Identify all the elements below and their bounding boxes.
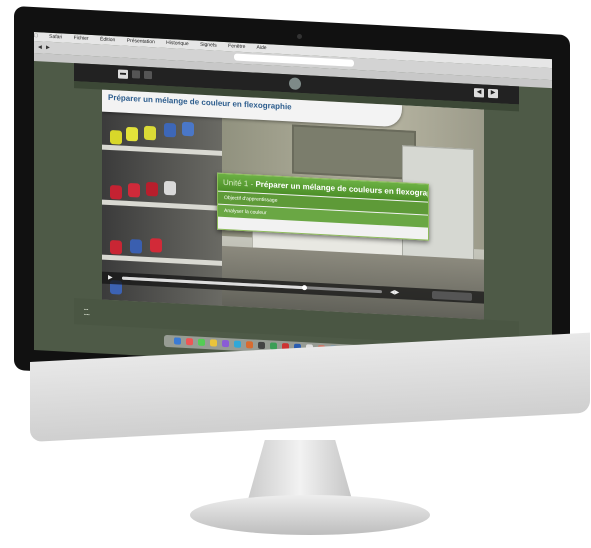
play-icon[interactable]: ▶ (108, 274, 113, 281)
menu-item[interactable]: Présentation (127, 38, 155, 45)
yellow-ink-jug (144, 125, 156, 141)
scene-pegboard (292, 124, 416, 181)
red-ink-jug (150, 238, 162, 253)
red-ink-jug (110, 184, 122, 200)
unit-panel: Unité 1 - Préparer un mélange de couleur… (217, 172, 429, 241)
menu-item[interactable]: Signets (200, 42, 217, 49)
blue-ink-jug (130, 239, 142, 254)
folder-icon[interactable]: ▬ (118, 69, 128, 79)
monitor-stand-base (190, 495, 430, 535)
yellow-ink-jug (126, 126, 138, 142)
screen:  Safari Fichier Édition Présentation Hi… (34, 32, 552, 378)
help-icon[interactable] (144, 70, 152, 80)
camera (297, 34, 302, 39)
menu-item[interactable]: Aide (257, 45, 267, 52)
menu-item[interactable]: Édition (100, 36, 115, 43)
unit-label: Unité 1 - (223, 177, 256, 189)
menu-item[interactable]: Fichier (74, 35, 89, 42)
blue-ink-jug (164, 122, 176, 138)
forward-icon[interactable]: ▶ (488, 88, 498, 99)
menu-item[interactable]: Safari (49, 34, 62, 41)
app-icon[interactable] (246, 341, 253, 349)
gear-icon[interactable] (132, 70, 140, 79)
red-ink-jug (146, 181, 158, 197)
shelf (102, 254, 222, 266)
menu-item[interactable]: Fenêtre (228, 43, 245, 50)
white-ink-jug (164, 180, 176, 196)
yellow-ink-jug (110, 129, 122, 145)
finder-icon[interactable] (174, 337, 181, 345)
red-ink-jug (110, 239, 122, 255)
app-icon[interactable] (186, 337, 193, 346)
progress-thumb[interactable] (302, 285, 307, 291)
app-icon[interactable] (258, 341, 265, 350)
back-icon[interactable]: ◀ (474, 88, 484, 98)
back-icon[interactable]: ◀ (38, 41, 42, 53)
shelf (102, 144, 222, 156)
apple-icon[interactable]:  (34, 33, 38, 39)
shelf (102, 199, 222, 211)
player-button[interactable] (432, 290, 472, 301)
blue-ink-jug (182, 121, 194, 137)
imac-monitor:  Safari Fichier Édition Présentation Hi… (0, 0, 591, 548)
menu-item[interactable]: Historique (166, 40, 189, 47)
safari-icon[interactable] (234, 340, 241, 348)
institution-logo: ▪▪▪ ▪▪▪▪ (84, 306, 90, 317)
volume-icon[interactable]: ◀▶ (390, 289, 399, 296)
red-ink-jug (128, 182, 140, 198)
app-icon[interactable] (222, 339, 229, 348)
logo-icon (289, 77, 301, 90)
app-icon[interactable] (210, 339, 217, 347)
app-icon[interactable] (198, 338, 205, 346)
forward-icon[interactable]: ▶ (46, 42, 50, 54)
